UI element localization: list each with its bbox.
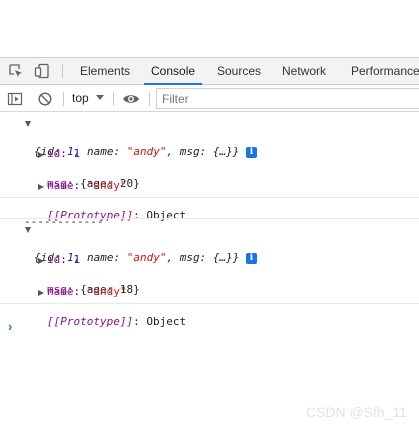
- tab-label: Console: [151, 64, 196, 78]
- message-divider: [0, 218, 419, 219]
- toolbar-separator: [113, 92, 114, 106]
- console-prompt[interactable]: ›: [0, 306, 419, 334]
- message-divider: [0, 303, 419, 304]
- context-label: top: [72, 91, 89, 105]
- expand-triangle-icon[interactable]: [25, 121, 31, 127]
- expand-triangle-icon[interactable]: [38, 152, 44, 158]
- filter-input[interactable]: [156, 88, 419, 109]
- tab-label: Network: [282, 64, 327, 78]
- devtools-tab-bar: Elements Console Sources Network Perform…: [0, 57, 419, 85]
- prompt-chevron-icon: ›: [8, 319, 13, 334]
- show-sidebar-icon[interactable]: [7, 91, 23, 107]
- console-toolbar: top: [0, 86, 419, 112]
- expand-triangle-icon[interactable]: [38, 184, 44, 190]
- tab-network[interactable]: Network: [282, 58, 326, 85]
- tab-console[interactable]: Console: [144, 58, 203, 85]
- expand-triangle-icon[interactable]: [25, 227, 31, 233]
- clear-console-icon[interactable]: [37, 91, 53, 107]
- tab-sources[interactable]: Sources: [217, 58, 261, 85]
- tab-label: Elements: [80, 64, 131, 78]
- toolbar-separator: [63, 92, 64, 106]
- watermark: CSDN @Sfh_11: [305, 404, 407, 420]
- chevron-down-icon: [96, 95, 104, 100]
- tab-performance[interactable]: Performance: [351, 58, 419, 85]
- expand-triangle-icon[interactable]: [38, 258, 44, 264]
- tab-label: Sources: [217, 64, 262, 78]
- message-divider: [0, 197, 419, 198]
- inspect-element-icon[interactable]: [8, 63, 24, 79]
- tab-label: Performance: [351, 64, 419, 78]
- tab-elements[interactable]: Elements: [80, 58, 130, 85]
- live-expression-eye-icon[interactable]: [122, 91, 140, 107]
- tabbar-separator: [62, 64, 63, 78]
- expand-triangle-icon[interactable]: [38, 290, 44, 296]
- active-tab-indicator: [144, 83, 203, 85]
- device-toolbar-icon[interactable]: [34, 63, 50, 79]
- toolbar-separator: [149, 92, 150, 106]
